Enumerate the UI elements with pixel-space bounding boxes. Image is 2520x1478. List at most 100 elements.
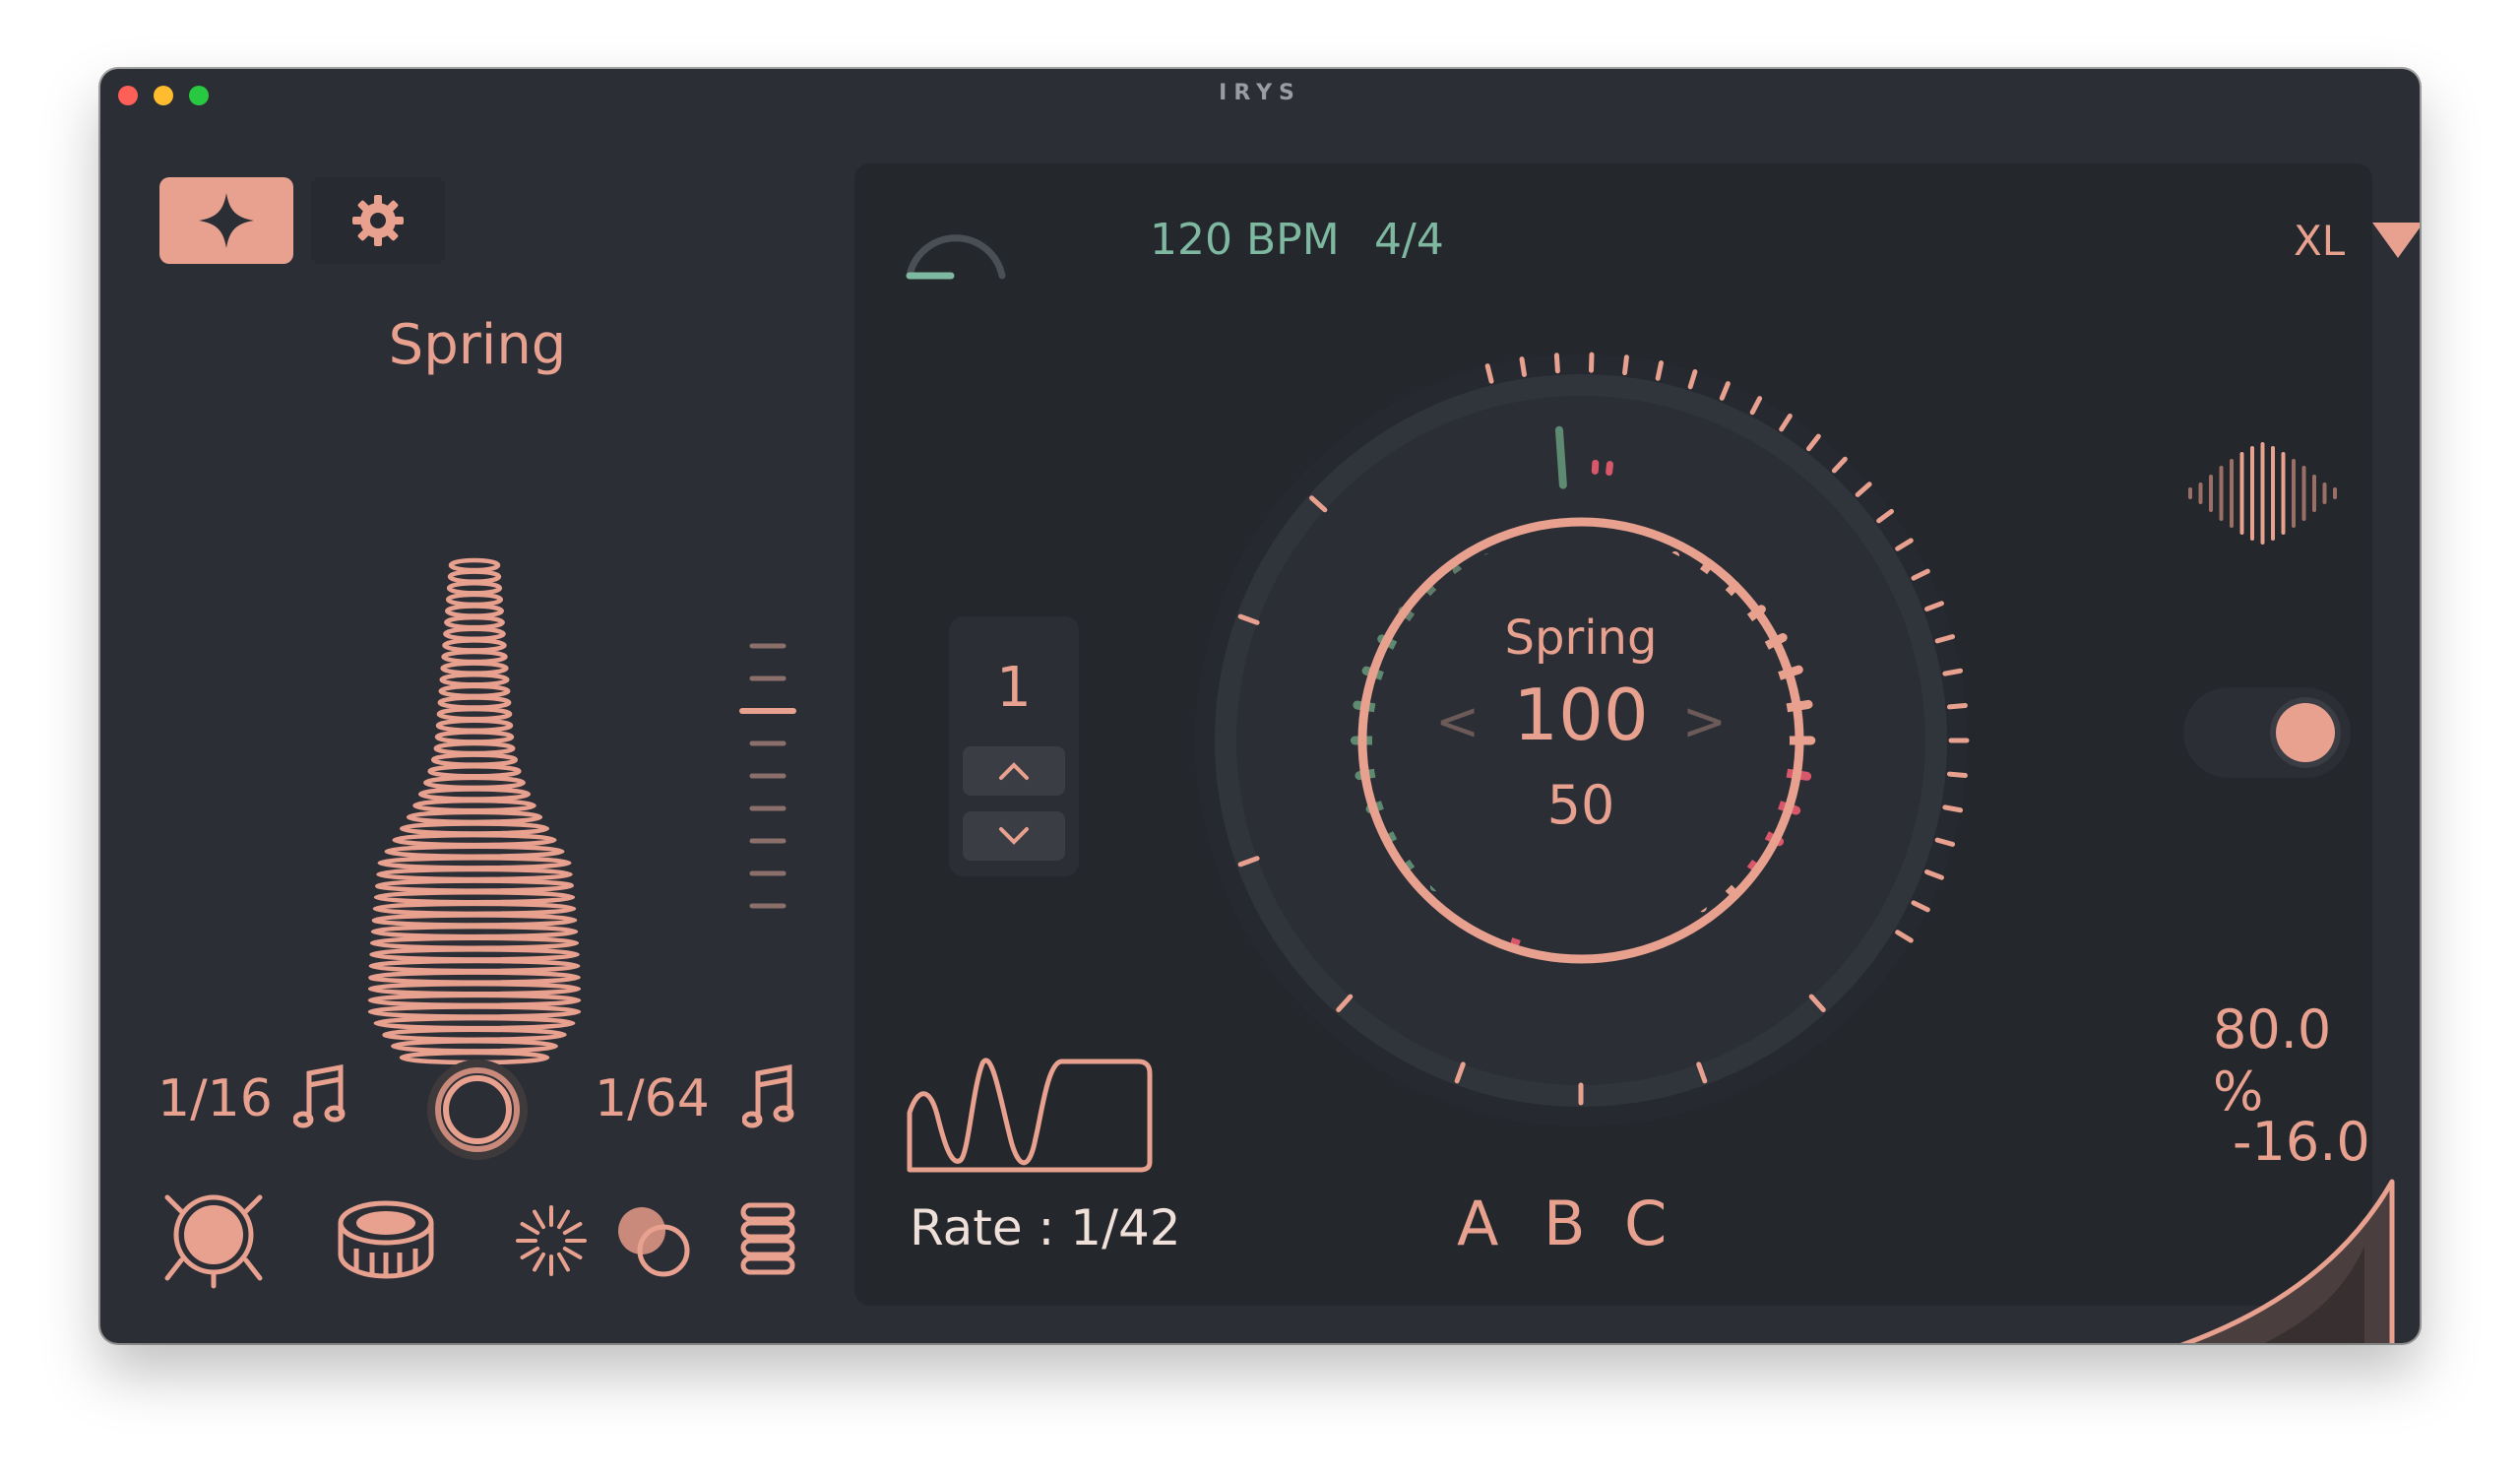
spring-coil [368,958,581,974]
burst-ray [533,1209,545,1230]
sync-ring-button[interactable] [425,1058,530,1162]
stack-icon[interactable] [738,1199,797,1278]
spring-visual [367,557,582,1065]
dial-head-dot [1606,461,1613,477]
variation-b-button[interactable]: B [1544,1188,1586,1259]
spring-coil [399,821,550,836]
envelope-curve[interactable] [2048,1174,2420,1343]
time-signature[interactable]: 4/4 [1374,215,1444,265]
dial-outer-tick [1946,771,1968,779]
spring-coil [423,775,526,791]
overlap-circles-icon[interactable] [612,1199,695,1282]
dial-outer-tick [1946,702,1968,710]
rate-left-value[interactable]: 1/16 [158,1069,273,1128]
drum-icon[interactable] [159,1184,268,1292]
dial-prev-button[interactable]: < [1435,690,1480,752]
variation-c-button[interactable]: C [1624,1188,1667,1259]
spring-coil [370,924,579,939]
snare-icon[interactable] [335,1197,437,1282]
burst-ray [562,1222,583,1235]
spring-coil [434,730,515,744]
chevron-down-icon [999,827,1029,845]
rate-label: Rate : 1/42 [910,1199,1181,1256]
spring-coil [433,740,516,756]
spring-coil [372,901,577,917]
tempo-gauge-icon[interactable] [902,213,1010,282]
spring-coil [369,947,580,962]
dial-outer-tick [1553,353,1560,374]
spring-coil [373,1015,576,1031]
rate-right-value[interactable]: 1/64 [595,1069,710,1128]
burst-ray [520,1222,540,1235]
spring-coil [448,557,501,573]
dial-outer-tick [1655,360,1665,381]
spring-coil [375,878,574,893]
stepper-value: 1 [996,656,1032,720]
spring-coil [367,993,582,1008]
spring-coil [368,970,581,985]
plugin-window: IRYS Spring 1/16 1/64 120 BPM 4/4 XL 1 S… [100,69,2420,1343]
spring-coil [371,913,578,928]
tab-presets[interactable] [159,177,293,264]
size-select-label[interactable]: XL [2294,217,2345,265]
db-readout[interactable]: -16.0 [2233,1111,2370,1173]
spring-coil [406,809,543,825]
dial-position-indicator [1554,425,1567,489]
burst-ray [533,1252,545,1272]
spring-coil [438,683,511,699]
spring-coil [367,1004,582,1019]
spring-coil [430,752,519,767]
waveform-meter [2188,442,2337,545]
note-icon [293,1063,346,1128]
burst-ray [520,1247,540,1259]
burst-ray [557,1252,570,1272]
spring-coil [443,626,506,642]
spring-coil [446,581,503,596]
dial-value: <100 > [1433,674,1729,756]
sparkle-icon [199,193,254,248]
spring-coil [377,856,572,870]
spring-coil [436,706,513,722]
dial-next-button[interactable]: > [1682,690,1727,752]
spring-coil [384,844,565,859]
note-icon [742,1063,794,1128]
burst-icon[interactable] [512,1201,591,1280]
dial-main-value: 100 [1513,674,1649,756]
spring-coil [437,695,512,710]
spring-coil [444,614,505,630]
effect-toggle[interactable] [2183,687,2351,778]
spring-coil [445,592,504,608]
spring-coil [427,764,522,779]
dial-preset-name: Spring [1504,610,1658,666]
spring-coil [417,787,532,802]
spring-coil [367,981,582,996]
spring-coil [441,649,508,665]
percent-readout[interactable]: 80.0 % [2213,998,2372,1123]
title-bar: IRYS [100,69,2420,124]
dial-outer-tick [1942,804,1964,813]
window-title: IRYS [1219,81,1301,105]
spring-coil [412,798,536,813]
toggle-knob [2276,703,2335,762]
stepper-up-button[interactable] [963,746,1065,796]
chevron-up-icon [999,762,1029,780]
spring-coil [382,1027,567,1042]
bpm-readout[interactable]: 120 BPM [1150,215,1340,265]
spring-coil [435,718,514,734]
tab-settings[interactable] [311,177,445,264]
spring-coil [440,661,509,675]
variation-a-button[interactable]: A [1457,1188,1498,1259]
lfo-waveform[interactable] [904,1050,1160,1178]
spring-coil [442,638,507,653]
spring-coil [447,569,502,584]
spring-coil [392,832,557,848]
dropdown-triangle-icon[interactable] [2370,221,2420,260]
burst-ray [562,1247,583,1259]
vertical-level-slider[interactable] [738,632,797,918]
spring-coil [439,673,510,687]
dial-sub-value: 50 [1546,774,1615,836]
gear-icon [352,195,404,246]
stepper-down-button[interactable] [963,811,1065,861]
spring-coil [373,889,576,905]
main-panel: 120 BPM 4/4 XL 1 Spring <100 > 50 Rate : … [854,163,2420,1343]
